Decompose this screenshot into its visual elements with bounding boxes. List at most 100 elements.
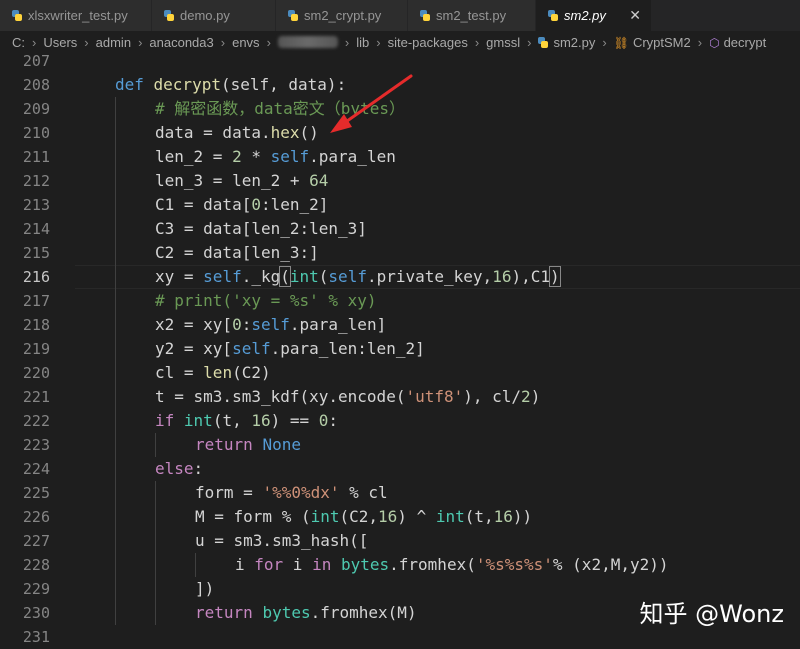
code-token: t = sm3.sm3_kdf(xy.encode( [155, 387, 406, 406]
line-number: 226 [22, 508, 50, 526]
line-number: 220 [22, 364, 50, 382]
code-line[interactable]: 223 return None [0, 433, 800, 457]
class-icon: ⛓ [613, 35, 629, 50]
code-text: C2 = data[len_3:] [155, 241, 319, 265]
breadcrumb-item[interactable]: anaconda3 [149, 35, 213, 50]
chevron-right-icon: › [32, 34, 37, 50]
code-token: (t, [464, 507, 494, 526]
breadcrumb-item[interactable]: C: [12, 35, 25, 50]
indent-guide [115, 529, 116, 553]
breadcrumb-item[interactable]: envs [232, 35, 259, 50]
tab-sm2-crypt-py[interactable]: sm2_crypt.py [276, 0, 408, 31]
indent-guide [115, 577, 116, 601]
code-token: M = form % ( [195, 507, 311, 526]
tab-label: sm2.py [564, 8, 606, 23]
breadcrumb-item[interactable]: Users [43, 35, 77, 50]
code-line[interactable]: 227 u = sm3.sm3_hash([ [0, 529, 800, 553]
code-token: bytes [331, 555, 390, 574]
code-line[interactable]: 217 # print('xy = %s' % xy) [0, 289, 800, 313]
code-token: # 解密函数，data密文（bytes） [155, 99, 405, 118]
tab-xlsxwriter-test-py[interactable]: xlsxwriter_test.py [0, 0, 152, 31]
code-text: t = sm3.sm3_kdf(xy.encode('utf8'), cl/2) [155, 385, 540, 409]
code-line[interactable]: 222 if int(t, 16) == 0: [0, 409, 800, 433]
code-line[interactable]: 221 t = sm3.sm3_kdf(xy.encode('utf8'), cl… [0, 385, 800, 409]
code-text: len_3 = len_2 + 64 [155, 169, 328, 193]
code-line[interactable]: 209 # 解密函数，data密文（bytes） [0, 97, 800, 121]
line-number: 219 [22, 340, 50, 358]
code-token: data = data. [155, 123, 271, 142]
code-line[interactable]: 225 form = '%%0%dx' % cl [0, 481, 800, 505]
breadcrumb-label: C: [12, 34, 25, 50]
code-token: self [328, 267, 367, 286]
code-token: return [195, 603, 263, 622]
breadcrumb-item[interactable]: admin [96, 35, 131, 50]
breadcrumb-item[interactable]: gmssl [486, 35, 520, 50]
chevron-right-icon: › [376, 34, 381, 50]
indent-guide [115, 433, 116, 457]
tab-demo-py[interactable]: demo.py [152, 0, 276, 31]
code-token: ) ^ [397, 507, 436, 526]
code-line[interactable]: 213 C1 = data[0:len_2] [0, 193, 800, 217]
breadcrumb-item[interactable]: lib [356, 35, 369, 50]
code-line[interactable]: 226 M = form % (int(C2,16) ^ int(t,16)) [0, 505, 800, 529]
code-line[interactable]: 216 xy = self._kg(int(self.private_key,16… [0, 265, 800, 289]
code-line[interactable]: 220 cl = len(C2) [0, 361, 800, 385]
indent-guide [115, 97, 116, 121]
indent-guide [115, 385, 116, 409]
code-line[interactable]: 218 x2 = xy[0:self.para_len] [0, 313, 800, 337]
indent-guide [195, 553, 196, 577]
breadcrumb-item[interactable]: site-packages [388, 35, 468, 50]
code-token: .para_len [309, 147, 396, 166]
code-token: u = sm3.sm3_hash([ [195, 531, 369, 550]
code-token: (C2, [339, 507, 379, 526]
tab-sm2-py[interactable]: sm2.py ✕ [536, 0, 652, 31]
code-line[interactable]: 212 len_3 = len_2 + 64 [0, 169, 800, 193]
close-icon[interactable]: ✕ [629, 7, 641, 24]
chevron-right-icon: › [474, 34, 480, 50]
code-text: else: [155, 457, 203, 481]
code-token: 0 [318, 411, 329, 430]
code-token: self [232, 339, 271, 358]
code-token: ), cl/ [463, 387, 522, 406]
breadcrumb-label: admin [95, 34, 132, 50]
tab-label: xlsxwriter_test.py [28, 8, 128, 23]
code-line[interactable]: 228 i for i in bytes.fromhex('%s%s%s'% (x… [0, 553, 800, 577]
breadcrumb-item[interactable]: ⛓ CryptSM2 [614, 35, 691, 50]
code-line[interactable]: 214 C3 = data[len_2:len_3] [0, 217, 800, 241]
code-token: % (x2,M,y2)) [552, 555, 669, 574]
code-text: # print('xy = %s' % xy) [155, 289, 377, 313]
line-number: 212 [22, 172, 50, 190]
code-line[interactable]: 208 def decrypt(self, data): [0, 73, 800, 97]
code-token: len_3 = len_2 + [155, 171, 310, 190]
code-line[interactable]: 211 len_2 = 2 * self.para_len [0, 145, 800, 169]
indent-guide [115, 505, 116, 529]
chevron-right-icon: › [602, 34, 607, 50]
code-token: () [299, 123, 319, 142]
indent-guide [115, 169, 116, 193]
code-text: x2 = xy[0:self.para_len] [155, 313, 386, 337]
code-token: i [235, 555, 255, 574]
tab-label: sm2_crypt.py [304, 8, 382, 23]
code-token: (t, [212, 411, 252, 430]
code-line[interactable]: 219 y2 = xy[self.para_len:len_2] [0, 337, 800, 361]
code-line[interactable]: 207 [0, 49, 800, 73]
line-number: 224 [22, 460, 50, 478]
line-number: 229 [22, 580, 50, 598]
code-token: : [328, 411, 339, 430]
code-line[interactable]: 210 data = data.hex() [0, 121, 800, 145]
method-icon: ⬡ [709, 35, 720, 50]
line-number: 225 [22, 484, 50, 502]
indent-guide [155, 505, 156, 529]
code-line[interactable]: 224 else: [0, 457, 800, 481]
line-number: 213 [22, 196, 50, 214]
code-token: def [115, 75, 154, 94]
code-editor[interactable]: 207 208 def decrypt(self, data): 209 # 解密函数，… [0, 52, 800, 647]
code-token: bytes [262, 603, 311, 622]
breadcrumb-item[interactable]: ⬡ decrypt [709, 35, 766, 50]
code-token: % cl [339, 483, 388, 502]
code-line[interactable]: 215 C2 = data[len_3:] [0, 241, 800, 265]
tab-sm2-test-py[interactable]: sm2_test.py [408, 0, 536, 31]
breadcrumb-item[interactable]: sm2.py [538, 35, 595, 50]
code-text: # 解密函数，data密文（bytes） [155, 97, 405, 121]
line-number: 223 [22, 436, 50, 454]
